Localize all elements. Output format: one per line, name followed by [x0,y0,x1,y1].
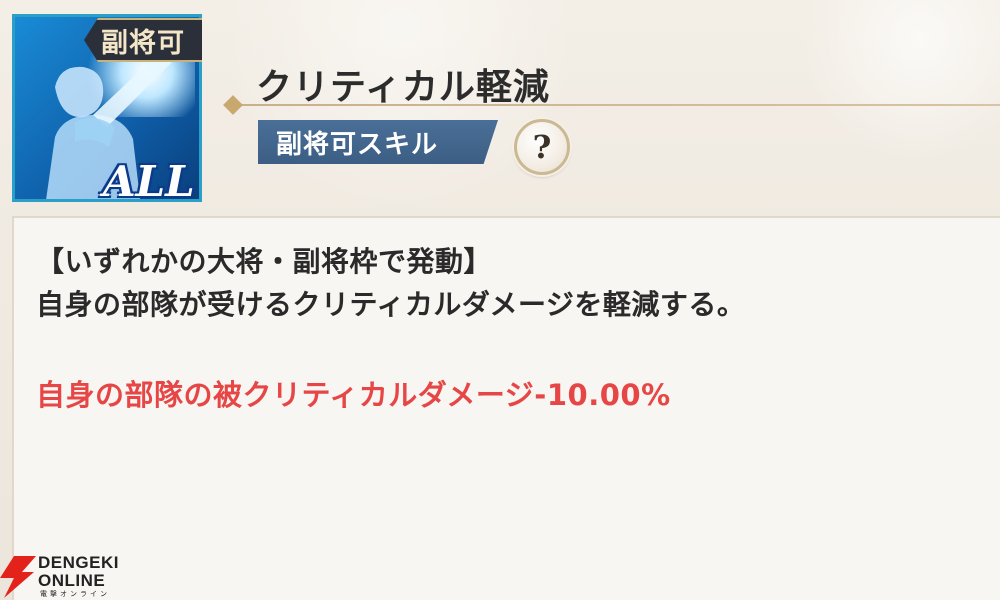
watermark-line1: DENGEKI [38,553,119,572]
description-text: 自身の部隊が受けるクリティカルダメージを軽減する。 [36,288,746,321]
watermark-line2: ONLINE [38,571,106,590]
question-mark-icon: ? [532,128,552,166]
description-condition: 【いずれかの大将・副将枠で発動】 [36,245,493,278]
description-effect: 自身の部隊の被クリティカルダメージ-10.00% [36,378,671,412]
dengeki-watermark: DENGEKI ONLINE 電撃オンライン [0,552,130,600]
help-button[interactable]: ? [514,119,570,175]
dengeki-lightning-icon [0,556,36,598]
divider-line [240,104,1000,106]
sub-general-badge: 副将可 [84,18,202,62]
icon-all-label: ALL [103,157,195,202]
skill-name: クリティカル軽減 [256,67,550,108]
watermark-line3: 電撃オンライン [40,590,110,598]
skill-type-tag: 副将可スキル [258,120,498,164]
